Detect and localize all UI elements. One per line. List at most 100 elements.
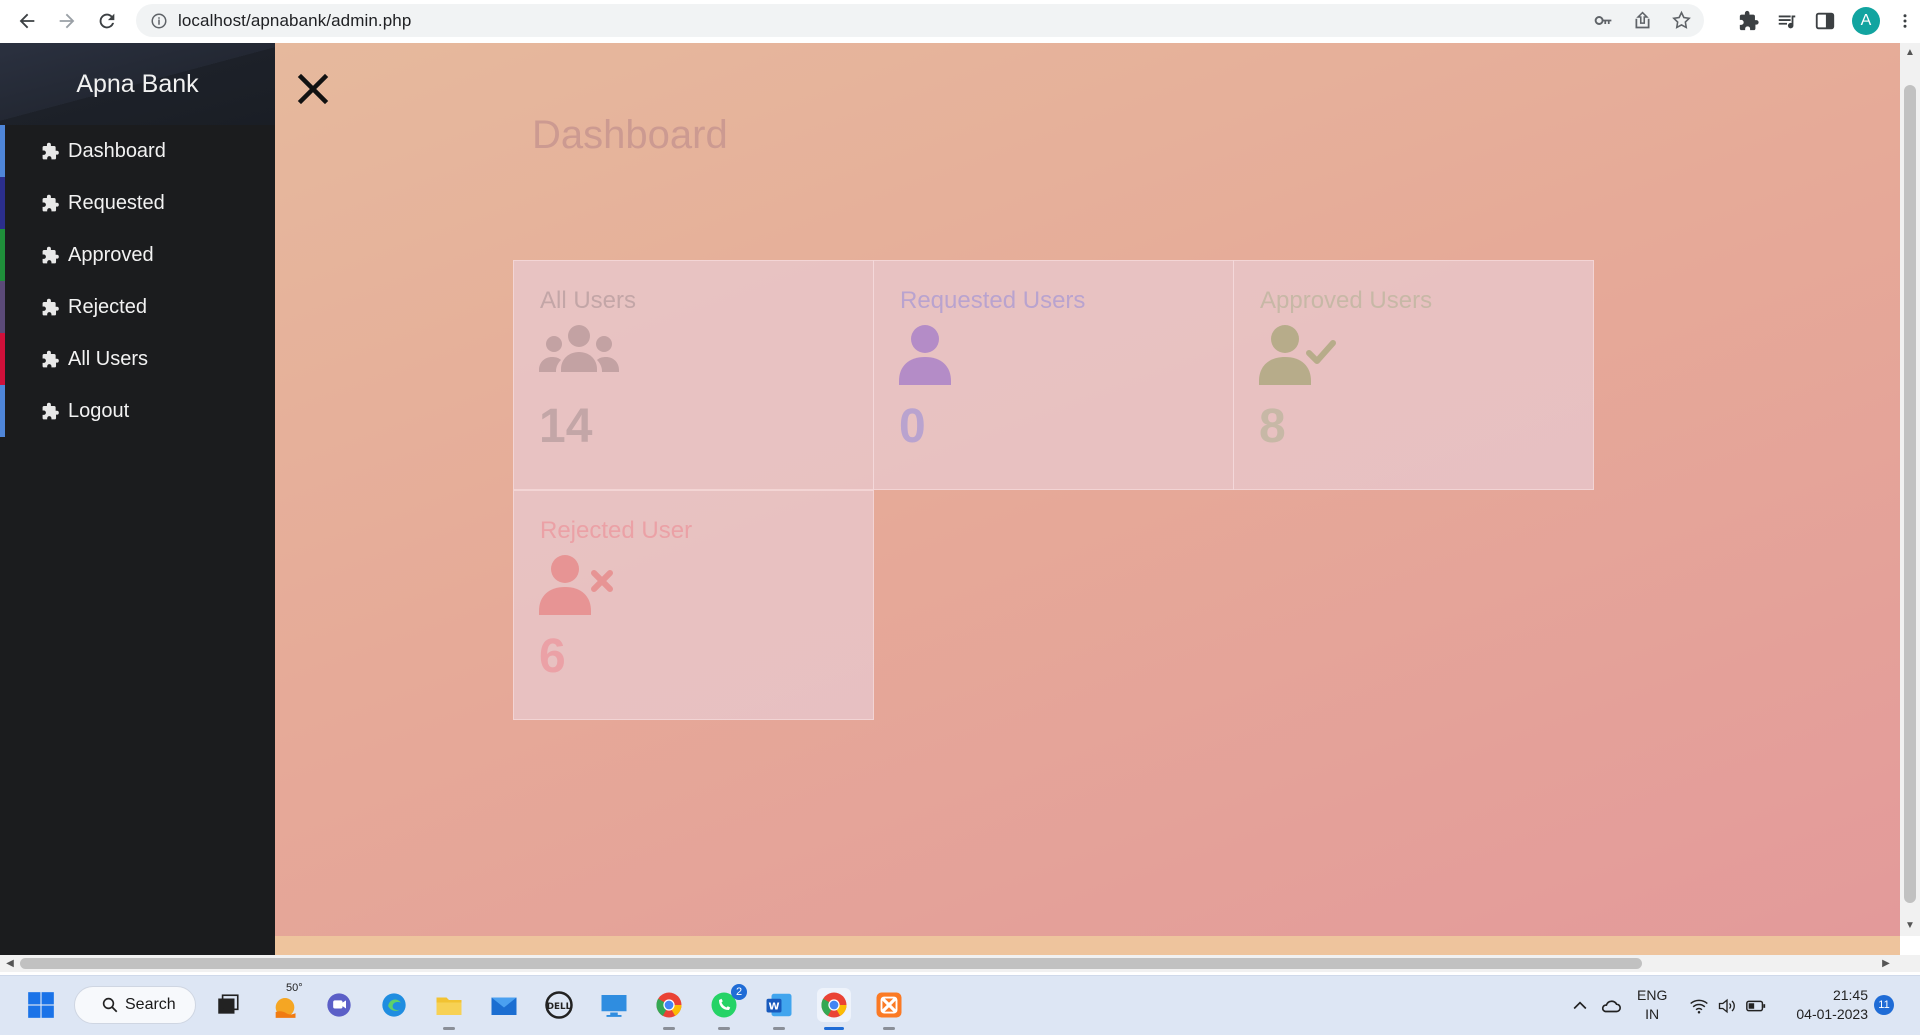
sidebar-item-rejected[interactable]: Rejected [0, 281, 275, 333]
notification-badge: 2 [731, 984, 747, 1000]
share-icon[interactable] [1632, 10, 1653, 31]
chat-icon [327, 993, 351, 1017]
sidebar-item-approved[interactable]: Approved [0, 229, 275, 281]
lang-code: ENG [1637, 987, 1668, 1003]
card-value: 6 [539, 630, 566, 683]
card-title: All Users [540, 287, 637, 314]
profile-avatar[interactable]: A [1852, 6, 1880, 35]
back-button[interactable] [8, 2, 46, 40]
battery-icon[interactable] [1745, 995, 1767, 1017]
mail-icon [491, 997, 517, 1015]
close-icon[interactable] [295, 71, 331, 107]
stat-card-all-users[interactable]: All Users 14 [513, 260, 874, 490]
running-indicator [443, 1027, 455, 1030]
whatsapp-button[interactable]: 2 [707, 984, 747, 1030]
sidebar-item-label: Dashboard [68, 139, 166, 162]
puzzle-icon [42, 246, 59, 263]
xampp-button[interactable] [872, 988, 906, 1030]
address-bar[interactable]: localhost/apnabank/admin.php [136, 4, 1704, 37]
side-panel-icon[interactable] [1814, 10, 1836, 32]
sidebar-item-label: Rejected [68, 295, 147, 318]
system-clock[interactable]: 21:45 04-01-2023 [1788, 986, 1868, 1024]
word-button[interactable]: W [762, 988, 796, 1030]
card-title: Rejected User [540, 517, 693, 544]
bookmark-star-icon[interactable] [1671, 10, 1692, 31]
scrollbar-thumb[interactable] [20, 958, 1642, 969]
user-icon [899, 325, 951, 385]
sidebar-nav: Dashboard Requested Approved Rejected Al… [0, 125, 275, 437]
sidebar-item-logout[interactable]: Logout [0, 385, 275, 437]
scroll-right-icon[interactable]: ▶ [1880, 957, 1892, 970]
puzzle-icon [42, 142, 59, 159]
forward-button[interactable] [48, 2, 86, 40]
word-icon: W [766, 993, 792, 1017]
horizontal-scrollbar[interactable]: ◀ ▶ [0, 955, 1920, 972]
running-indicator [663, 1027, 675, 1030]
onedrive-cloud-icon[interactable] [1600, 995, 1622, 1017]
edge-icon [382, 993, 406, 1017]
volume-icon[interactable] [1717, 996, 1737, 1016]
weather-widget[interactable]: 50° [268, 982, 303, 1022]
input-language[interactable]: ENG IN [1637, 986, 1667, 1024]
taskbar: Search 50° DELL 2 W ENG IN 21:45 04-01-2… [0, 975, 1920, 1035]
brand-title: Apna Bank [0, 43, 275, 125]
running-indicator [773, 1027, 785, 1030]
media-queue-icon[interactable] [1776, 10, 1798, 32]
card-title: Approved Users [1260, 287, 1433, 314]
footer-strip [275, 936, 1900, 955]
puzzle-icon [42, 298, 59, 315]
sidebar: Apna Bank Dashboard Requested Approved R… [0, 43, 275, 955]
scrollbar-thumb[interactable] [1904, 85, 1916, 903]
reload-icon [99, 13, 115, 29]
sidebar-item-all-users[interactable]: All Users [0, 333, 275, 385]
notification-count-badge[interactable]: 11 [1874, 995, 1894, 1015]
task-view-button[interactable] [211, 988, 245, 1022]
chrome-active-button[interactable] [817, 988, 851, 1030]
scroll-down-icon[interactable]: ▼ [1904, 920, 1916, 932]
url-text: localhost/apnabank/admin.php [178, 10, 412, 30]
chrome-icon [656, 992, 682, 1018]
taskbar-search[interactable]: Search [74, 986, 196, 1024]
stat-card-rejected-user[interactable]: Rejected User 6 [513, 490, 874, 720]
puzzle-icon [42, 402, 59, 419]
users-icon [539, 325, 619, 372]
xampp-icon [876, 992, 902, 1018]
remote-desktop-button[interactable] [597, 988, 631, 1022]
kebab-menu-icon[interactable] [1896, 10, 1914, 32]
sidebar-item-label: Requested [68, 191, 165, 214]
start-button[interactable] [24, 988, 58, 1022]
dell-app-button[interactable]: DELL [542, 988, 576, 1022]
dell-logo-icon: DELL [545, 991, 573, 1019]
sidebar-item-dashboard[interactable]: Dashboard [0, 125, 275, 177]
windows-logo-icon [28, 992, 54, 1018]
clock-time: 21:45 [1832, 987, 1868, 1003]
chat-app-button[interactable] [322, 988, 356, 1022]
key-icon[interactable] [1593, 10, 1614, 31]
extensions-icon[interactable] [1738, 10, 1760, 32]
puzzle-icon [42, 350, 59, 367]
svg-text:DELL: DELL [547, 1002, 572, 1012]
weather-temp: 50° [286, 982, 303, 994]
mail-button[interactable] [487, 988, 521, 1022]
card-title: Requested Users [900, 287, 1086, 314]
info-icon [151, 13, 167, 28]
chevron-up-icon[interactable] [1570, 996, 1590, 1016]
browser-toolbar: localhost/apnabank/admin.php A [0, 0, 1920, 43]
user-times-icon [539, 555, 613, 615]
page-title: Dashboard [532, 113, 728, 157]
file-explorer-button[interactable] [432, 988, 466, 1030]
scroll-left-icon[interactable]: ◀ [4, 957, 16, 970]
folder-icon [436, 997, 462, 1015]
wifi-icon[interactable] [1689, 996, 1709, 1016]
edge-browser-button[interactable] [377, 988, 411, 1022]
reload-button[interactable] [88, 2, 126, 40]
page-viewport: Apna Bank Dashboard Requested Approved R… [0, 43, 1920, 955]
stat-card-approved-users[interactable]: Approved Users 8 [1233, 260, 1594, 490]
main-content: Dashboard All Users 14 Requested Users 0… [275, 43, 1900, 936]
stat-card-requested-users[interactable]: Requested Users 0 [873, 260, 1234, 490]
vertical-scrollbar[interactable]: ▲ ▼ [1900, 43, 1920, 936]
sidebar-item-requested[interactable]: Requested [0, 177, 275, 229]
chrome-profile-button[interactable] [652, 988, 686, 1030]
scroll-up-icon[interactable]: ▲ [1904, 47, 1916, 59]
search-icon [102, 997, 118, 1013]
